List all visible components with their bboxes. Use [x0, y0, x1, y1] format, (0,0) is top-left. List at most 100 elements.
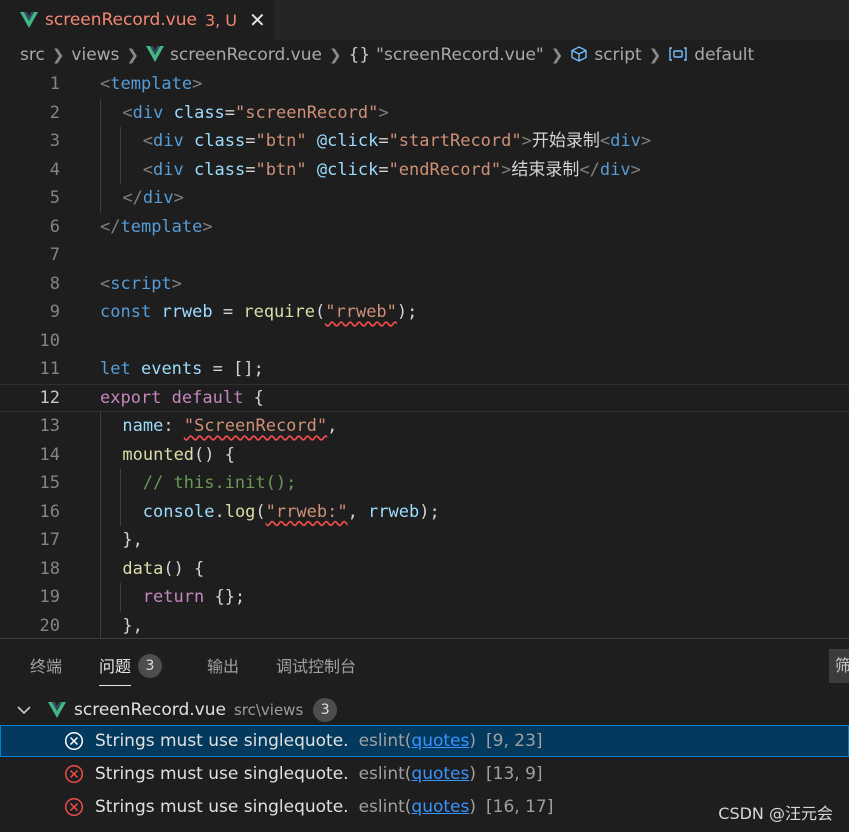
code-text: name: "ScreenRecord",: [122, 412, 337, 441]
code-token: :: [163, 416, 184, 436]
code-line[interactable]: 11 let events = [];: [0, 355, 849, 384]
breadcrumb-script[interactable]: script: [570, 45, 642, 65]
code-token: =: [245, 131, 256, 151]
line-number: 7: [49, 245, 60, 265]
indent-guide: [100, 98, 101, 127]
rule-link[interactable]: quotes: [411, 731, 469, 751]
rule-link[interactable]: quotes: [411, 764, 469, 784]
code-token: "ScreenRecord": [183, 416, 328, 436]
code-token: =: [378, 131, 389, 151]
code-line[interactable]: 4 <div class="btn" @click="endRecord">结束录…: [0, 155, 849, 184]
variable-icon: [669, 47, 687, 61]
code-token: );: [419, 501, 440, 522]
code-token: {};: [204, 587, 246, 607]
code-line[interactable]: 13 name: "ScreenRecord",: [0, 412, 849, 441]
code-line[interactable]: 5 </div>: [0, 184, 849, 213]
tab-problems-label: 问题: [99, 657, 132, 676]
problem-item[interactable]: Strings must use singlequote. eslint(quot…: [0, 725, 849, 757]
rule-link[interactable]: quotes: [411, 797, 469, 817]
breadcrumb-module[interactable]: {} "screenRecord.vue": [349, 45, 544, 65]
problem-position: [16, 17]: [486, 797, 554, 817]
group-path: src\views: [233, 701, 304, 719]
chevron-right-icon: ❯: [51, 46, 65, 64]
problem-message: Strings must use singlequote.: [95, 797, 349, 817]
line-number: 9: [49, 302, 60, 322]
code-text: </template>: [100, 213, 213, 242]
code-line[interactable]: 17},: [0, 526, 849, 555]
braces-icon: {}: [348, 45, 371, 65]
indent-guide: [100, 611, 101, 638]
code-line[interactable]: 1 <template>: [0, 70, 849, 99]
code-token: >: [192, 74, 203, 94]
code-line[interactable]: 15 // this.init();: [0, 469, 849, 498]
code-token: template: [120, 216, 203, 237]
indent-guide: [100, 184, 101, 213]
code-line[interactable]: 18 data() {: [0, 554, 849, 583]
cube-icon: [571, 46, 588, 62]
code-token: div: [153, 159, 184, 180]
problem-position: [13, 9]: [486, 764, 543, 784]
watermark: CSDN @汪元会: [718, 804, 833, 823]
code-token: "btn": [255, 159, 307, 180]
chevron-right-icon: ❯: [550, 46, 564, 64]
code-token: div: [610, 131, 641, 151]
problem-source: eslint(quotes): [359, 764, 476, 784]
filter-input[interactable]: 筛: [829, 649, 849, 683]
code-token: events: [140, 359, 203, 379]
code-line[interactable]: 20},: [0, 611, 849, 639]
breadcrumb-module-label: "screenRecord.vue": [376, 45, 544, 65]
tab-output[interactable]: 输出: [207, 653, 239, 677]
problem-item[interactable]: Strings must use singlequote. eslint(quot…: [0, 758, 849, 790]
code-token: () {: [194, 444, 235, 465]
code-token: export: [100, 387, 162, 408]
code-token: (: [255, 501, 266, 522]
tab-problems[interactable]: 问题: [99, 653, 132, 686]
code-token: // this.init();: [142, 473, 297, 493]
code-line[interactable]: 8 <script>: [0, 270, 849, 299]
breadcrumb-views[interactable]: views: [71, 45, 119, 65]
line-number: 14: [39, 444, 60, 465]
indent-guide: [100, 497, 101, 526]
code-line[interactable]: 12 export default {: [0, 383, 849, 412]
code-text: // this.init();: [143, 469, 297, 498]
code-line[interactable]: 14 mounted() {: [0, 440, 849, 469]
code-line[interactable]: 7: [0, 241, 849, 270]
code-token: <: [142, 131, 154, 151]
code-line[interactable]: 2 <div class="screenRecord">: [0, 98, 849, 127]
code-line[interactable]: 3 <div class="btn" @click="startRecord">开…: [0, 127, 849, 156]
code-line[interactable]: 6 </template>: [0, 213, 849, 242]
line-number: 6: [49, 216, 60, 237]
indent-guide: [120, 469, 122, 498]
code-editor[interactable]: 1 <template> 2 <div class="screenRecord"> 3 <…: [0, 70, 849, 638]
code-token: <: [100, 74, 111, 94]
chevron-down-icon[interactable]: [17, 705, 33, 715]
tab-terminal[interactable]: 终端: [30, 653, 62, 677]
code-token: 开始录制: [531, 131, 600, 151]
tab-screenrecord-vue[interactable]: screenRecord.vue 3, U ✕: [0, 0, 274, 40]
editor-tab-bar: screenRecord.vue 3, U ✕: [0, 0, 849, 40]
code-line[interactable]: 19 return {};: [0, 583, 849, 612]
close-icon[interactable]: ✕: [249, 8, 266, 32]
tab-filename: screenRecord.vue: [45, 10, 197, 30]
code-line[interactable]: 9 const rrweb = require("rrweb");: [0, 298, 849, 327]
code-text: <script>: [100, 270, 182, 299]
code-token: name: [122, 416, 164, 436]
breadcrumb-src[interactable]: src: [20, 45, 45, 65]
problem-group[interactable]: screenRecord.vue src\views 3: [0, 695, 849, 725]
code-token: >: [202, 216, 213, 237]
breadcrumb-file[interactable]: screenRecord.vue: [146, 45, 322, 65]
code-token: >: [171, 273, 182, 294]
code-text: },: [122, 612, 142, 639]
tab-debug-console[interactable]: 调试控制台: [276, 653, 356, 677]
tab-status: 3, U: [204, 10, 238, 30]
indent-guide: [120, 497, 122, 526]
code-token: >: [501, 159, 512, 180]
code-token: console: [142, 501, 215, 522]
code-text: return {};: [143, 583, 245, 612]
code-line[interactable]: 10: [0, 327, 849, 356]
code-line[interactable]: 16 console.log("rrweb:", rrweb);: [0, 497, 849, 526]
breadcrumb-default[interactable]: default: [668, 45, 754, 65]
code-token: div: [132, 102, 164, 123]
